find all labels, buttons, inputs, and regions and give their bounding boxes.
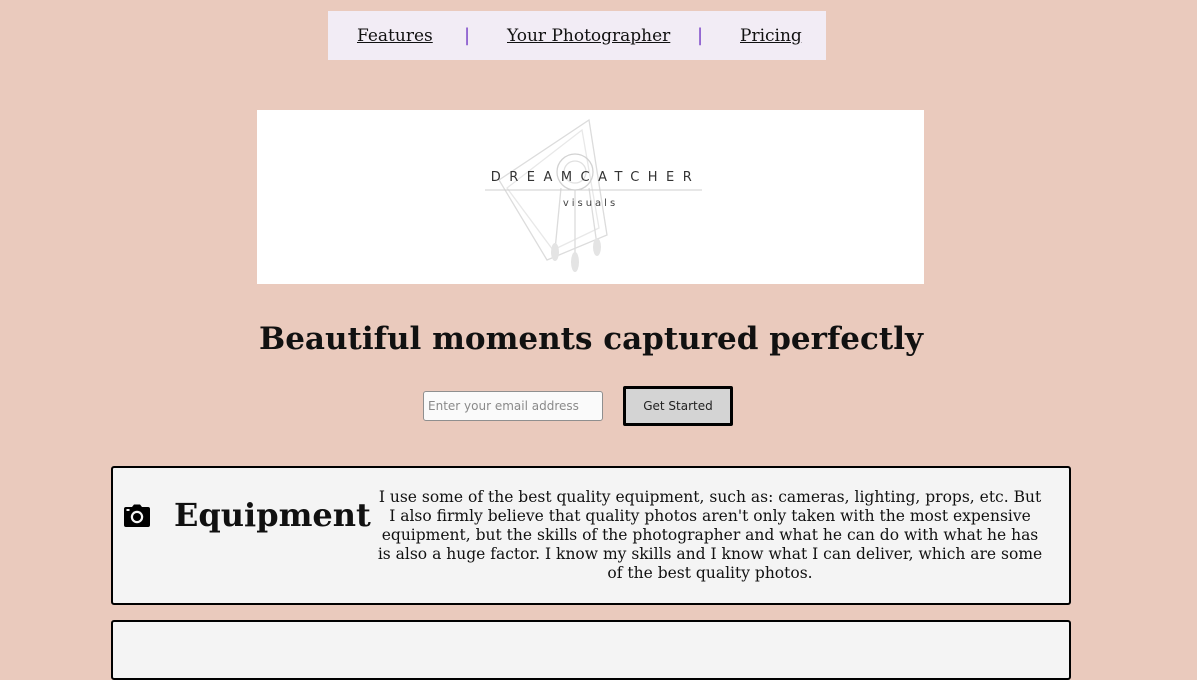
get-started-button[interactable]: Get Started (623, 386, 733, 426)
logo-subtitle: visuals (562, 198, 619, 209)
feature-title: Equipment (174, 496, 371, 534)
nav-separator: | (464, 25, 471, 46)
nav-link-pricing[interactable]: Pricing (740, 26, 802, 46)
logo-banner: DREAMCATCHER visuals (257, 110, 924, 284)
camera-icon (124, 504, 150, 527)
top-nav: Features | Your Photographer | Pricing (328, 11, 826, 60)
nav-link-features[interactable]: Features (357, 26, 433, 46)
logo-title: DREAMCATCHER (490, 170, 701, 185)
dreamcatcher-logo-graphic (485, 118, 702, 272)
nav-separator: | (697, 25, 704, 46)
feature-card (111, 620, 1071, 680)
feature-card-equipment: Equipment I use some of the best quality… (111, 466, 1071, 605)
nav-link-your-photographer[interactable]: Your Photographer (507, 26, 670, 46)
hero-headline: Beautiful moments captured perfectly (259, 321, 923, 357)
email-input[interactable] (423, 391, 603, 421)
feature-description: I use some of the best quality equipment… (377, 488, 1043, 582)
